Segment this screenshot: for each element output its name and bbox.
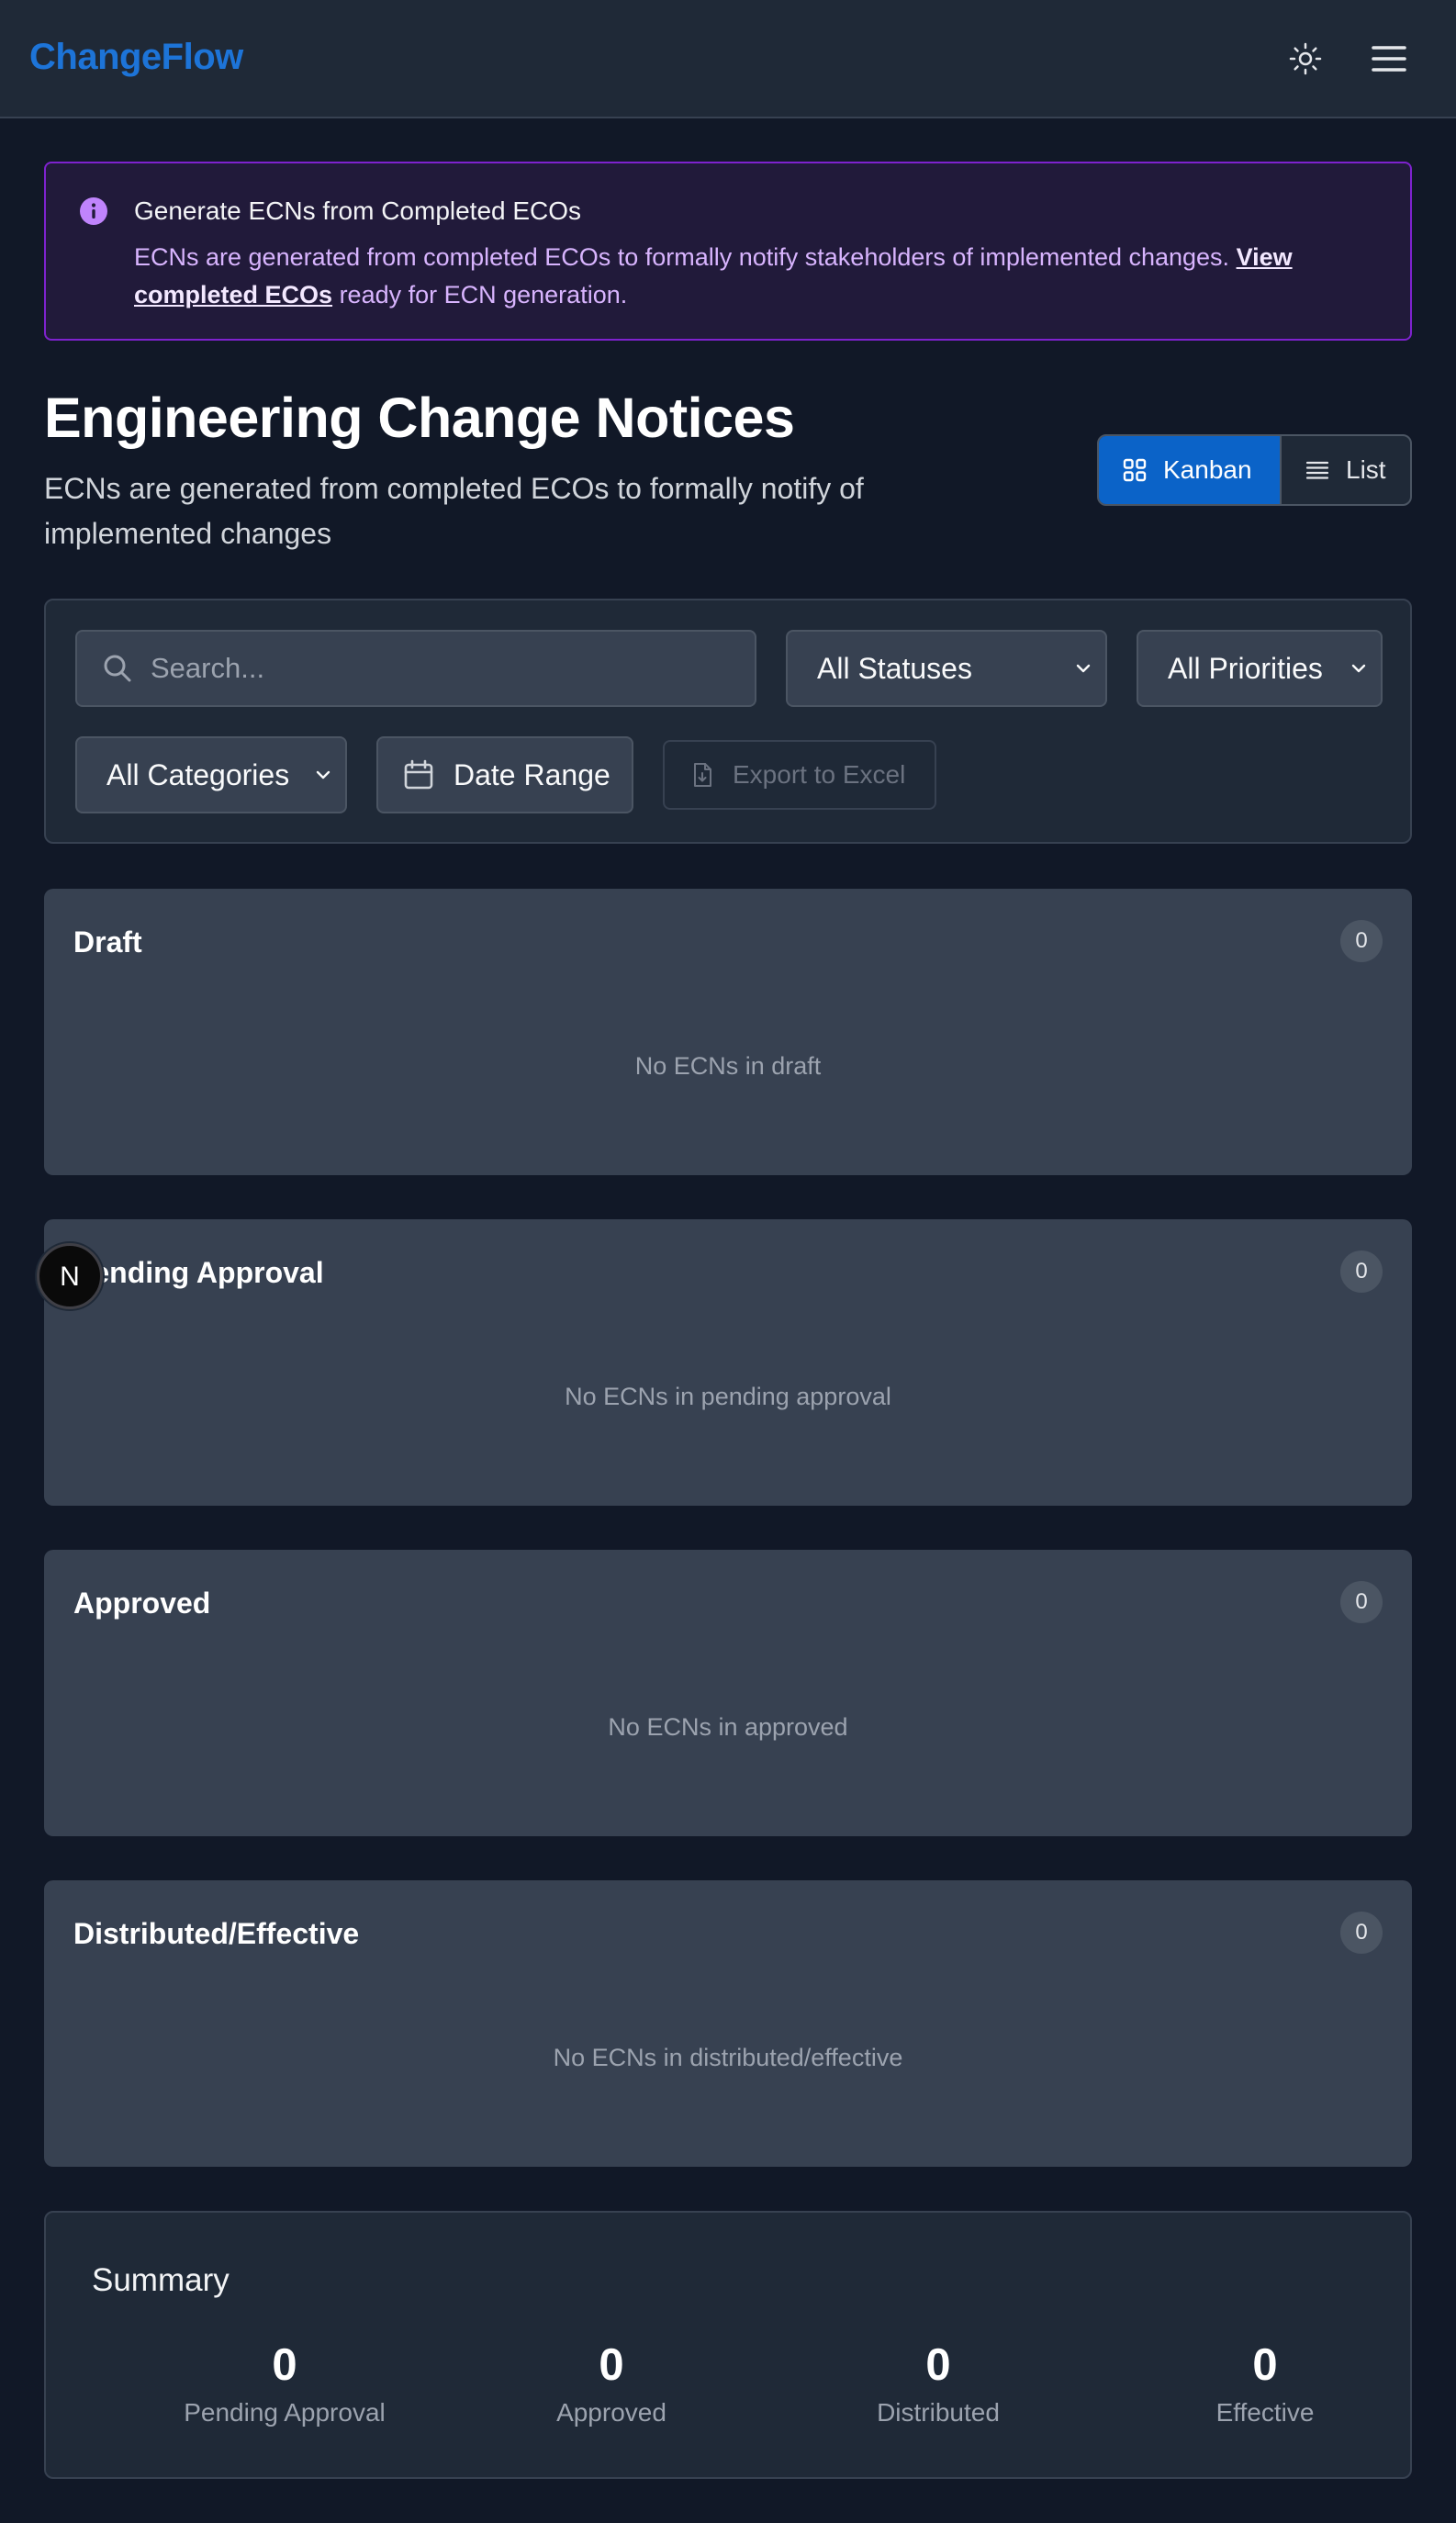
stat-label: Approved: [556, 2398, 666, 2427]
column-count-badge: 0: [1340, 1250, 1383, 1293]
kanban-column-approved: Approved 0 No ECNs in approved: [44, 1550, 1412, 1836]
chevron-down-icon: [316, 770, 330, 779]
category-filter-value: All Categories: [106, 757, 290, 791]
column-count-badge: 0: [1340, 920, 1383, 962]
info-alert: Generate ECNs from Completed ECOs ECNs a…: [44, 162, 1412, 341]
kanban-column-draft: Draft 0 No ECNs in draft: [44, 889, 1412, 1175]
column-empty-message: No ECNs in draft: [634, 1052, 822, 1080]
status-filter-value: All Statuses: [817, 651, 972, 685]
nextjs-logo-icon: N: [60, 1262, 80, 1292]
page-subtitle: ECNs are generated from completed ECOs t…: [44, 472, 864, 550]
column-empty-message: No ECNs in approved: [608, 1713, 848, 1741]
file-download-icon: [694, 763, 711, 787]
theme-toggle-button[interactable]: [1285, 39, 1326, 79]
summary-title: Summary: [92, 2262, 230, 2298]
stat-label: Distributed: [877, 2398, 1000, 2427]
stat-distributed: 0 Distributed: [775, 2338, 1102, 2428]
alert-body-suffix: ready for ECN generation.: [332, 281, 628, 308]
stat-pending-approval: 0 Pending Approval: [121, 2338, 448, 2428]
nextjs-dev-badge[interactable]: N: [37, 1243, 103, 1309]
list-label: List: [1346, 455, 1386, 484]
stat-label: Pending Approval: [184, 2398, 386, 2427]
date-range-label: Date Range: [454, 757, 610, 791]
view-toggle: Kanban List: [1097, 434, 1412, 506]
stat-approved: 0 Approved: [448, 2338, 775, 2428]
column-title: Pending Approval: [73, 1256, 324, 1289]
column-title: Distributed/Effective: [73, 1917, 360, 1950]
kanban-column-pending-approval: Pending Approval 0 No ECNs in pending ap…: [44, 1219, 1412, 1506]
priority-filter-select[interactable]: All Priorities: [1137, 630, 1383, 707]
sun-icon: [1289, 42, 1322, 75]
stat-effective: 0 Effective: [1102, 2338, 1428, 2428]
stat-value: 0: [1252, 2340, 1278, 2390]
summary-card: Summary 0 Pending Approval 0 Approved 0 …: [44, 2211, 1412, 2479]
alert-body: ECNs are generated from completed ECOs t…: [134, 239, 1392, 314]
calendar-icon: [404, 759, 433, 790]
filter-panel: All Statuses All Priorities All Categori…: [44, 599, 1412, 844]
chevron-down-icon: [1076, 664, 1091, 673]
category-filter-select[interactable]: All Categories: [75, 736, 347, 813]
column-title: Draft: [73, 925, 142, 959]
stat-value: 0: [599, 2340, 624, 2390]
stat-value: 0: [272, 2340, 297, 2390]
kanban-label: Kanban: [1163, 455, 1252, 484]
stat-label: Effective: [1215, 2398, 1315, 2427]
status-filter-select[interactable]: All Statuses: [786, 630, 1107, 707]
kanban-column-distributed-effective: Distributed/Effective 0 No ECNs in distr…: [44, 1880, 1412, 2167]
list-view-button[interactable]: List: [1280, 436, 1410, 504]
column-title: Approved: [73, 1587, 211, 1620]
alert-title: Generate ECNs from Completed ECOs: [134, 196, 582, 225]
hamburger-menu-icon: [1372, 46, 1406, 72]
list-icon: [1305, 461, 1329, 479]
priority-filter-value: All Priorities: [1168, 651, 1323, 685]
info-icon: [80, 197, 107, 225]
nextjs-logo-letter: N: [60, 1262, 80, 1292]
column-count-badge: 0: [1340, 1912, 1383, 1954]
date-range-button[interactable]: Date Range: [376, 736, 633, 813]
chevron-down-icon: [1351, 664, 1366, 673]
grid-icon: [1123, 458, 1147, 482]
app-logo[interactable]: ChangeFlow: [29, 37, 243, 78]
column-count-badge: 0: [1340, 1581, 1383, 1623]
export-to-excel-button[interactable]: Export to Excel: [663, 740, 936, 810]
alert-body-text: ECNs are generated from completed ECOs t…: [134, 243, 1237, 271]
page-title: Engineering Change Notices: [44, 387, 795, 449]
search-icon: [104, 655, 131, 682]
column-empty-message: No ECNs in pending approval: [565, 1383, 891, 1410]
column-empty-message: No ECNs in distributed/effective: [553, 2044, 903, 2071]
search-box: [75, 630, 756, 707]
export-label: Export to Excel: [733, 760, 906, 789]
search-input[interactable]: [151, 632, 738, 705]
top-navbar: ChangeFlow: [0, 0, 1456, 118]
stat-value: 0: [925, 2340, 951, 2390]
hamburger-menu-button[interactable]: [1368, 39, 1410, 79]
kanban-view-button[interactable]: Kanban: [1099, 436, 1280, 504]
